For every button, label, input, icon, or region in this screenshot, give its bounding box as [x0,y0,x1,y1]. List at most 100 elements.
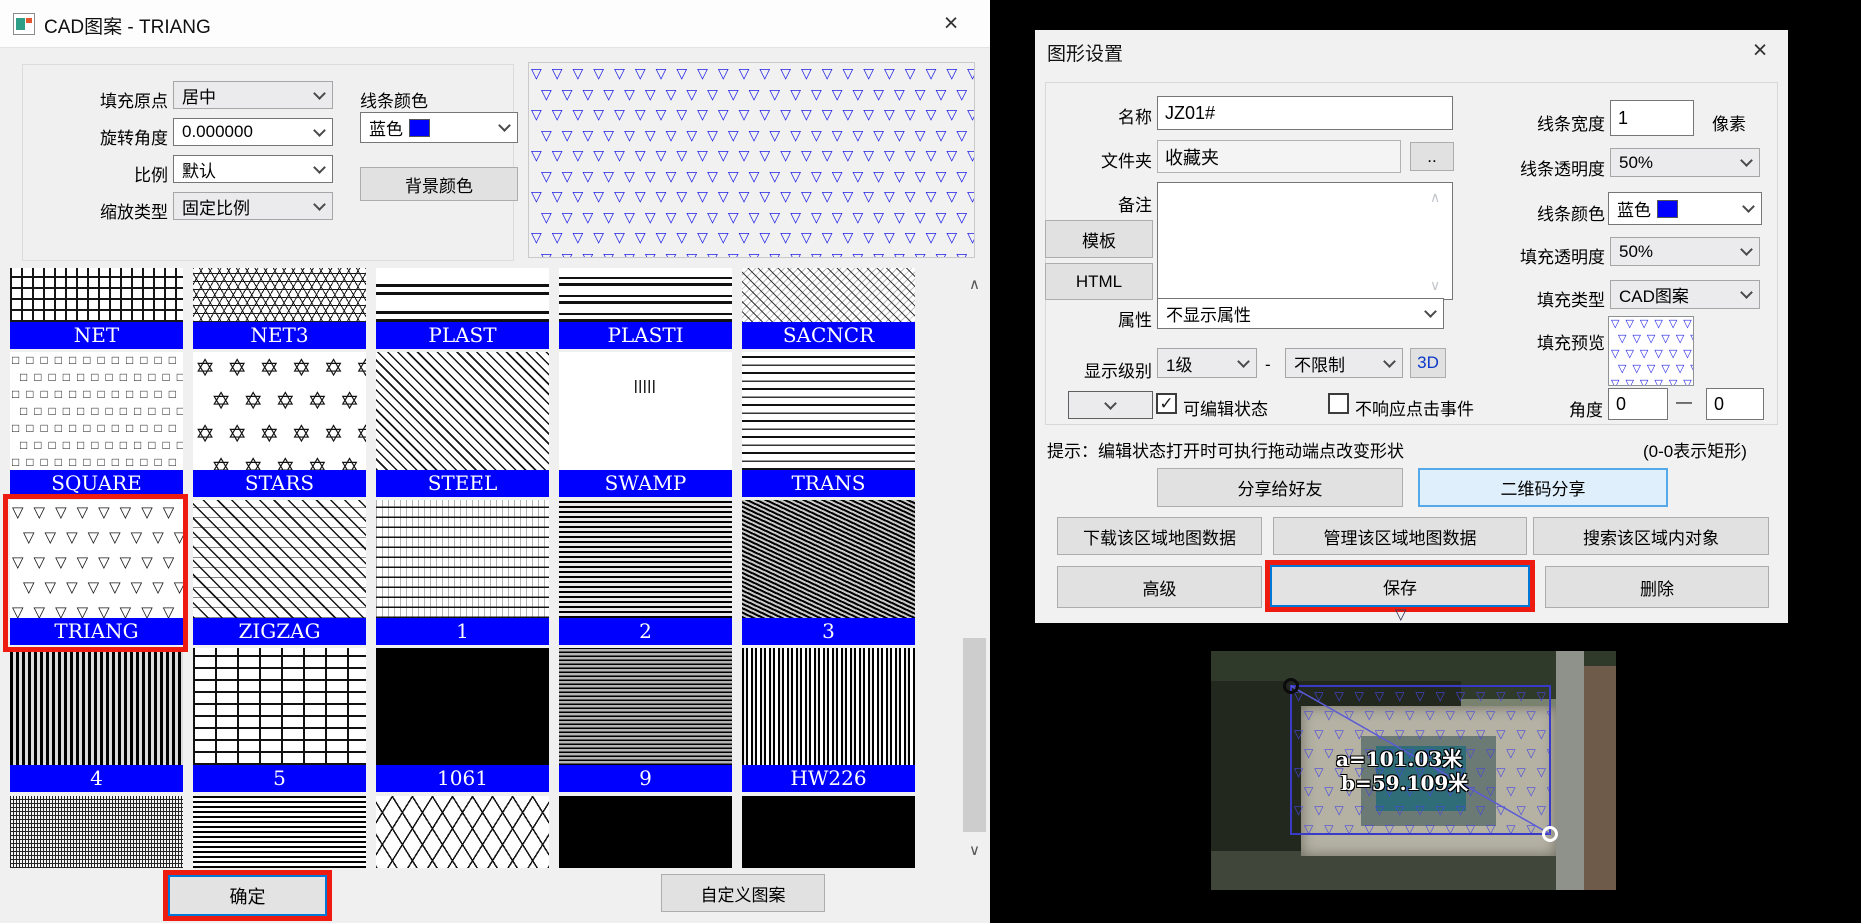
line-color-label: 线条颜色 [360,87,428,112]
scale-combo[interactable]: 默认 [173,155,333,183]
fill-origin-value: 居中 [182,83,216,108]
fill-opacity-label: 填充透明度 [1465,243,1605,268]
zoom-type-combo[interactable]: 固定比例 [173,192,333,220]
pattern-swatch-unnamed-3[interactable] [376,796,549,868]
name-value: JZ01# [1165,103,1215,124]
download-area-button[interactable]: 下载该区域地图数据 [1057,517,1262,555]
delete-button[interactable]: 删除 [1545,566,1769,608]
name-input[interactable]: JZ01# [1157,96,1453,130]
manage-area-button[interactable]: 管理该区域地图数据 [1273,517,1527,555]
angle-input-1[interactable]: 0 [1608,388,1668,420]
display-level-from-combo[interactable]: 1级 [1157,348,1257,378]
pattern-swatch-9[interactable] [559,648,732,765]
pattern-swatch-5[interactable] [193,648,366,765]
share-friend-button[interactable]: 分享给好友 [1157,468,1403,507]
background-color-button[interactable]: 背景颜色 [360,167,518,201]
line-width-input[interactable]: 1 [1610,100,1694,136]
no-click-checkbox[interactable] [1328,393,1349,414]
screen: CAD图案 - TRIANG × 填充原点 居中 旋转角度 0.000000 比… [0,0,1861,923]
line-color-combo[interactable]: 蓝色 [360,112,518,143]
line-width-value: 1 [1618,108,1628,129]
scroll-down-icon[interactable]: ∨ [961,834,988,868]
line-color-value: 蓝色 [1617,196,1651,221]
pattern-swatch-NET[interactable] [10,268,183,322]
pattern-swatch-NET3[interactable] [193,268,366,322]
close-icon[interactable]: × [932,7,970,41]
pattern-preview: ▽▽▽▽▽▽▽▽▽▽▽▽▽▽▽▽▽▽▽▽▽▽▽▽▽▽▽▽▽▽▽▽▽▽▽▽▽▽▽▽… [528,62,975,258]
pattern-swatch-3[interactable] [742,500,915,618]
satellite-map[interactable]: ▽▽▽▽▽▽▽▽▽▽▽▽▽▽▽▽▽▽▽▽▽▽▽▽▽▽▽▽▽▽▽▽▽▽▽▽▽▽▽▽… [1211,651,1616,890]
measure-label-b: b=59.109米 [1341,767,1468,796]
pattern-swatch-ZIGZAG[interactable] [193,500,366,618]
pattern-swatch-2[interactable] [559,500,732,618]
fill-origin-combo[interactable]: 居中 [173,81,333,109]
note-label: 备注 [1055,191,1152,216]
line-color-combo[interactable]: 蓝色 [1608,192,1762,225]
pattern-swatch-unnamed-4[interactable] [559,796,732,868]
pattern-label-1061: 1061 [376,765,549,792]
chevron-down-icon [1424,305,1437,318]
fill-opacity-combo[interactable]: 50% [1610,237,1760,266]
scrollbar-thumb[interactable] [963,638,986,832]
custom-pattern-button[interactable]: 自定义图案 [661,874,825,912]
chevron-down-icon [313,124,326,137]
scroll-up-icon[interactable]: ∧ [961,268,988,302]
display-level-from-value: 1级 [1166,351,1192,376]
expand-combo[interactable] [1068,391,1153,419]
scrollbar[interactable]: ∧ ∨ [961,268,988,868]
3d-button[interactable]: 3D [1410,348,1446,378]
pointer-triangle-icon: ▽ [1395,605,1407,623]
color-swatch [1657,200,1678,218]
pattern-swatch-HW226[interactable] [742,648,915,765]
cad-pattern-dialog: CAD图案 - TRIANG × 填充原点 居中 旋转角度 0.000000 比… [0,0,990,923]
pattern-swatch-PLASTI[interactable] [559,268,732,322]
textarea-scroll-up-icon[interactable]: ∧ [1430,189,1440,206]
search-area-button[interactable]: 搜索该区域内对象 [1533,517,1769,555]
folder-browse-button[interactable]: .. [1410,142,1454,171]
note-textarea[interactable]: ∧ ∨ [1157,182,1453,300]
pattern-label-SWAMP: SWAMP [559,470,732,497]
textarea-scroll-down-icon[interactable]: ∨ [1430,277,1440,294]
angle-input-2[interactable]: 0 [1706,388,1764,420]
advanced-button[interactable]: 高级 [1057,566,1262,608]
pattern-swatch-SWAMP[interactable] [559,352,732,470]
folder-input[interactable]: 收藏夹 [1157,140,1401,173]
save-button[interactable]: 保存 [1270,565,1530,607]
pattern-swatch-STEEL[interactable] [376,352,549,470]
display-level-to-value: 不限制 [1294,351,1345,376]
ok-button-highlight: 确定 [163,870,332,921]
editable-checkbox[interactable]: ✓ [1156,393,1177,414]
pattern-swatch-1[interactable] [376,500,549,618]
chevron-down-icon [313,87,326,100]
pattern-swatch-STARS[interactable]: ✡✡✡✡✡✡✡✡✡✡✡✡✡✡✡✡✡✡✡✡✡✡✡✡✡✡✡✡✡✡✡✡✡✡✡✡✡✡✡✡ [193,352,366,470]
pattern-swatch-4[interactable] [10,648,183,765]
pattern-swatch-unnamed-1[interactable] [10,796,183,868]
pattern-label-HW226: HW226 [742,765,915,792]
pattern-swatch-1061[interactable] [376,648,549,765]
template-button[interactable]: 模板 [1045,220,1153,258]
fill-type-label: 填充类型 [1465,286,1605,311]
check-icon: ✓ [1159,394,1173,413]
window-icon [13,13,35,35]
pattern-swatch-PLAST[interactable] [376,268,549,322]
rotation-label: 旋转角度 [58,124,168,149]
close-icon[interactable]: × [1741,34,1779,68]
pattern-swatch-SQUARE[interactable]: □□□□□□□□□□□□□□□□□□□□□□□□□□□□□□□□□□□□□□□□… [10,352,183,470]
qr-share-button[interactable]: 二维码分享 [1418,468,1668,507]
pattern-swatch-TRANS[interactable] [742,352,915,470]
fill-type-combo[interactable]: CAD图案 [1610,280,1760,309]
chevron-down-icon [313,161,326,174]
pattern-swatch-SACNCR[interactable] [742,268,915,322]
display-level-to-combo[interactable]: 不限制 [1285,348,1403,378]
line-width-label: 线条宽度 [1465,110,1605,135]
html-button[interactable]: HTML [1045,263,1153,300]
selected-pattern-highlight [3,494,188,652]
chevron-down-icon [313,198,326,211]
rotation-combo[interactable]: 0.000000 [173,118,333,146]
pattern-swatch-unnamed-5[interactable] [742,796,915,868]
line-opacity-combo[interactable]: 50% [1610,148,1760,177]
pattern-swatch-unnamed-2[interactable] [193,796,366,868]
ok-button[interactable]: 确定 [168,875,327,916]
attribute-combo[interactable]: 不显示属性 [1157,298,1444,329]
fill-opacity-value: 50% [1619,242,1653,262]
